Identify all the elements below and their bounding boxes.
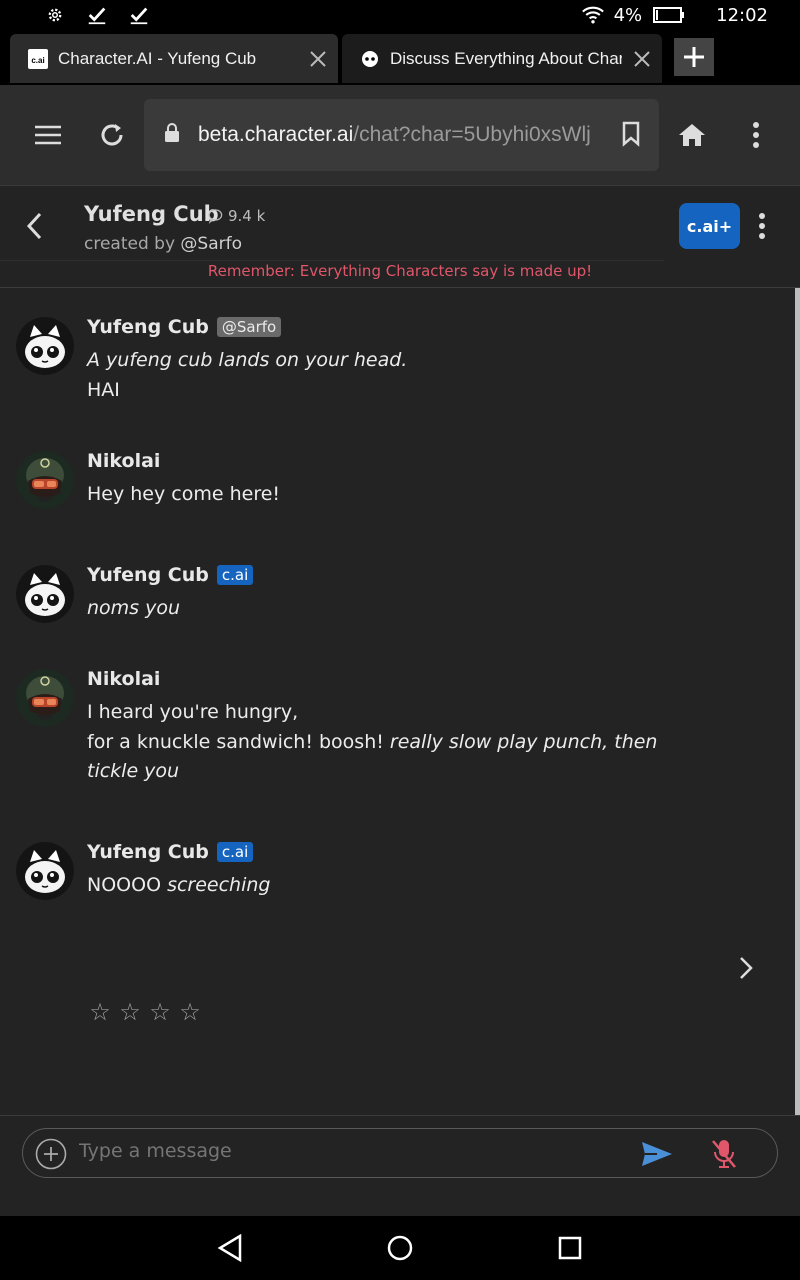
message-author: Yufeng Cub c.ai xyxy=(87,564,254,586)
interaction-count: 9.4 k xyxy=(208,207,265,225)
tab-title: Discuss Everything About Character xyxy=(390,48,622,68)
star-icon[interactable]: ☆ xyxy=(118,998,142,1026)
chat-more-button[interactable] xyxy=(748,206,776,246)
rating-stars: ☆ ☆ ☆ ☆ xyxy=(88,998,202,1026)
reload-button[interactable] xyxy=(88,111,136,159)
lock-icon xyxy=(164,123,180,147)
tab-discuss[interactable]: Discuss Everything About Character xyxy=(342,34,662,83)
chat-bubble-icon xyxy=(208,209,223,224)
square-recents-icon xyxy=(558,1236,582,1260)
message-text: A yufeng cub lands on your head. HAI xyxy=(87,349,408,401)
avatar[interactable] xyxy=(16,842,74,900)
discord-icon xyxy=(360,49,380,69)
clock: 12:02 xyxy=(716,4,768,26)
character-name[interactable]: Yufeng Cub xyxy=(84,202,219,226)
more-vertical-icon xyxy=(759,213,765,239)
avatar[interactable] xyxy=(16,451,74,509)
home-icon xyxy=(679,124,705,146)
mic-muted-button[interactable] xyxy=(707,1136,741,1172)
created-by: created by @Sarfo xyxy=(84,234,243,254)
hamburger-icon xyxy=(35,125,61,145)
wifi-icon xyxy=(581,4,604,26)
circle-home-icon xyxy=(387,1235,413,1261)
chat-header: Yufeng Cub 9.4 k created by @Sarfo c.ai+… xyxy=(0,185,800,287)
triangle-back-icon xyxy=(217,1234,242,1262)
nav-home-button[interactable] xyxy=(382,1230,418,1266)
chevron-right-icon xyxy=(740,957,753,979)
close-tab-icon[interactable] xyxy=(622,39,662,79)
new-tab-button[interactable] xyxy=(674,38,714,76)
nav-recents-button[interactable] xyxy=(552,1230,588,1266)
avatar[interactable] xyxy=(16,565,74,623)
gear-icon xyxy=(44,4,66,26)
star-icon[interactable]: ☆ xyxy=(88,998,112,1026)
message-text: NOOOO screeching xyxy=(87,874,271,896)
scrollbar[interactable] xyxy=(795,288,800,1116)
next-response-button[interactable] xyxy=(732,950,760,986)
battery-percent: 4% xyxy=(613,4,643,26)
avatar[interactable] xyxy=(16,317,74,375)
plus-icon xyxy=(684,47,704,67)
nav-back-button[interactable] xyxy=(212,1230,248,1266)
address-bar[interactable]: beta.character.ai/chat?char=5Ubyhi0xsWlj xyxy=(144,99,659,171)
send-icon xyxy=(642,1142,672,1166)
check-icon xyxy=(128,4,150,26)
cai-plus-button[interactable]: c.ai+ xyxy=(679,203,740,249)
divider xyxy=(0,260,664,261)
reload-icon xyxy=(101,124,123,146)
cai-badge: c.ai xyxy=(216,842,254,862)
tab-character-ai[interactable]: c.ai Character.AI - Yufeng Cub xyxy=(10,34,338,83)
message-author: Yufeng Cub c.ai xyxy=(87,841,254,863)
creator-link[interactable]: @Sarfo xyxy=(180,234,242,254)
message-input[interactable] xyxy=(79,1140,619,1162)
bookmark-icon[interactable] xyxy=(621,121,641,151)
mic-off-icon xyxy=(712,1140,736,1168)
status-bar: 4% 12:02 xyxy=(0,0,800,32)
battery-icon xyxy=(652,4,686,26)
tab-title: Character.AI - Yufeng Cub xyxy=(58,48,257,68)
message-author: Nikolai xyxy=(87,668,161,690)
add-circle-icon[interactable] xyxy=(35,1138,67,1170)
composer xyxy=(0,1115,800,1216)
cai-badge: c.ai xyxy=(216,565,254,585)
message-text: I heard you're hungry, for a knuckle sand… xyxy=(87,701,658,782)
svg-text:c.ai: c.ai xyxy=(31,56,44,65)
menu-button[interactable] xyxy=(24,111,72,159)
more-vertical-icon xyxy=(753,122,759,148)
cai-favicon-icon: c.ai xyxy=(28,48,48,69)
message-author: Nikolai xyxy=(87,450,161,472)
message-list[interactable]: Yufeng Cub @Sarfo A yufeng cub lands on yo… xyxy=(0,287,800,1116)
message-text: Hey hey come here! xyxy=(87,483,281,505)
disclaimer-text: Remember: Everything Characters say is m… xyxy=(207,262,593,280)
url-text: beta.character.ai/chat?char=5Ubyhi0xsWlj xyxy=(198,123,591,146)
browser-more-button[interactable] xyxy=(732,111,780,159)
star-icon[interactable]: ☆ xyxy=(148,998,172,1026)
close-tab-icon[interactable] xyxy=(298,39,338,79)
message-author: Yufeng Cub @Sarfo xyxy=(87,316,282,338)
message-box xyxy=(22,1128,778,1178)
creator-badge: @Sarfo xyxy=(216,317,282,337)
check-icon xyxy=(86,4,108,26)
chevron-left-icon xyxy=(26,212,42,240)
tab-strip: c.ai Character.AI - Yufeng Cub Discuss E… xyxy=(0,32,800,85)
avatar[interactable] xyxy=(16,669,74,727)
send-button[interactable] xyxy=(639,1139,675,1169)
star-icon[interactable]: ☆ xyxy=(178,998,202,1026)
system-nav-bar xyxy=(0,1216,800,1280)
browser-toolbar: beta.character.ai/chat?char=5Ubyhi0xsWlj xyxy=(0,85,800,185)
home-button[interactable] xyxy=(668,111,716,159)
message-text: noms you xyxy=(87,597,181,619)
back-button[interactable] xyxy=(16,208,52,244)
